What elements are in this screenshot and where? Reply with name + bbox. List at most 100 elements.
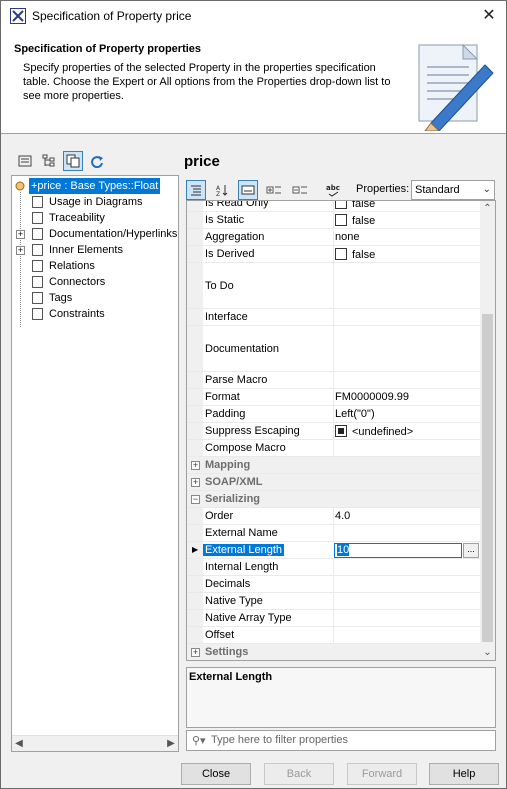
scroll-up-icon[interactable]: ⌃ [480,203,495,214]
tree-item-label: Constraints [49,308,105,320]
tree-view-icon[interactable] [39,151,59,171]
grid-row[interactable]: Order 4.0 [187,508,481,525]
group-settings[interactable]: + Settings [187,644,481,660]
description-title: External Length [189,671,273,683]
expand-icon[interactable]: + [16,246,25,255]
description-panel: External Length [186,667,496,728]
tree-item-label: Traceability [49,212,105,224]
row-pointer-icon: ▶ [192,545,199,554]
document-edit-icon [418,43,494,131]
forward-button[interactable]: Forward [347,763,417,785]
tree-item-traceability[interactable]: Traceability [12,210,178,226]
grid-row[interactable]: External Name [187,525,481,542]
expand-icon[interactable]: + [191,478,200,487]
grid-row[interactable]: Is Read Only false [187,201,481,212]
list-view-icon[interactable] [15,151,35,171]
document-icon [32,276,43,288]
close-button[interactable]: Close [181,763,251,785]
group-mapping[interactable]: + Mapping [187,457,481,474]
grid-row[interactable]: Internal Length [187,559,481,576]
tree-item-label: Relations [49,260,95,272]
left-panel: +price : Base Types::Float Usage in Diag… [11,147,179,752]
help-button[interactable]: Help [429,763,499,785]
expand-icon[interactable]: + [16,230,25,239]
properties-dropdown[interactable]: Standard ⌄ [411,180,495,200]
properties-label: Properties: [356,183,410,195]
checkbox-value[interactable]: <undefined> [335,425,413,438]
scroll-right-icon[interactable]: ▶ [164,736,178,751]
spelling-check-icon[interactable]: abc [324,180,344,200]
group-serializing[interactable]: − Serializing [187,491,481,508]
property-icon [15,181,25,191]
expand-icon[interactable]: + [191,648,200,657]
scroll-thumb[interactable] [482,314,493,642]
grid-row[interactable]: Is Static false [187,212,481,229]
button-bar: Close Back Forward Help [1,759,506,789]
document-icon [32,196,43,208]
categorized-view-icon[interactable] [186,180,206,200]
tree-item-label: Inner Elements [49,244,123,256]
grid-row[interactable]: Interface [187,309,481,326]
document-icon [32,212,43,224]
grid-row[interactable]: Suppress Escaping <undefined> [187,423,481,440]
scroll-left-icon[interactable]: ◀ [12,736,26,751]
element-title: price [184,153,220,170]
grid-row[interactable]: Parse Macro [187,372,481,389]
group-soap-xml[interactable]: + SOAP/XML [187,474,481,491]
document-icon [32,244,43,256]
grid-row[interactable]: Is Derived false [187,246,481,263]
svg-text:Z: Z [216,191,220,197]
tree-item-price[interactable]: +price : Base Types::Float [12,178,178,194]
checkbox-value[interactable]: false [335,201,375,210]
tree-item-connectors[interactable]: Connectors [12,274,178,290]
grid-vertical-scrollbar[interactable]: ⌃ ⌄ [480,201,495,660]
grid-row[interactable]: Documentation [187,326,481,372]
tree-item-label: Documentation/Hyperlinks [49,228,178,240]
grid-row[interactable]: Format FM0000009.99 [187,389,481,406]
tree-item-inner-elements[interactable]: + Inner Elements [12,242,178,258]
expand-icon[interactable]: + [191,461,200,470]
properties-dropdown-value: Standard [415,184,460,196]
tree-item-documentation-hyperlinks[interactable]: + Documentation/Hyperlinks [12,226,178,242]
show-description-icon[interactable] [238,180,258,200]
filter-placeholder: Type here to filter properties [211,734,348,746]
document-icon [32,260,43,272]
svg-text:abc: abc [326,184,340,192]
tree-item-label: Usage in Diagrams [49,196,143,208]
app-icon [10,8,26,24]
refresh-icon[interactable] [87,151,107,171]
window-title: Specification of Property price [32,9,192,23]
checkbox-value[interactable]: false [335,248,375,261]
grid-row[interactable]: Offset [187,627,481,644]
tree-horizontal-scrollbar[interactable]: ◀ ▶ [12,735,178,751]
tree-item-tags[interactable]: Tags [12,290,178,306]
sort-alphabetical-icon[interactable]: AZ [212,180,232,200]
back-button[interactable]: Back [264,763,334,785]
grid-row[interactable]: Compose Macro [187,440,481,457]
collapse-all-icon[interactable] [290,180,310,200]
tree-toolbar [11,147,179,175]
more-options-button[interactable]: ... [463,543,479,558]
scroll-down-icon[interactable]: ⌄ [480,647,495,658]
grid-row[interactable]: Aggregation none [187,229,481,246]
copy-view-icon[interactable] [63,151,83,171]
grid-row-selected[interactable]: ▶ External Length 10 ... [187,542,481,559]
expand-all-icon[interactable] [264,180,284,200]
header-description: Specify properties of the selected Prope… [23,62,391,102]
document-icon [32,308,43,320]
grid-row[interactable]: Native Type [187,593,481,610]
tree-item-usage-in-diagrams[interactable]: Usage in Diagrams [12,194,178,210]
grid-row[interactable]: Decimals [187,576,481,593]
tree-item-relations[interactable]: Relations [12,258,178,274]
tree-item-constraints[interactable]: Constraints [12,306,178,322]
collapse-icon[interactable]: − [191,495,200,504]
external-length-input[interactable]: 10 [334,543,462,558]
document-icon [32,228,43,240]
grid-row[interactable]: To Do [187,263,481,309]
filter-input[interactable]: ⚲▾ Type here to filter properties [186,730,496,751]
grid-row[interactable]: Padding Left("0") [187,406,481,423]
navigation-tree: +price : Base Types::Float Usage in Diag… [11,175,179,752]
grid-row[interactable]: Native Array Type [187,610,481,627]
checkbox-value[interactable]: false [335,214,375,227]
close-window-button[interactable]: ✕ [480,7,498,25]
